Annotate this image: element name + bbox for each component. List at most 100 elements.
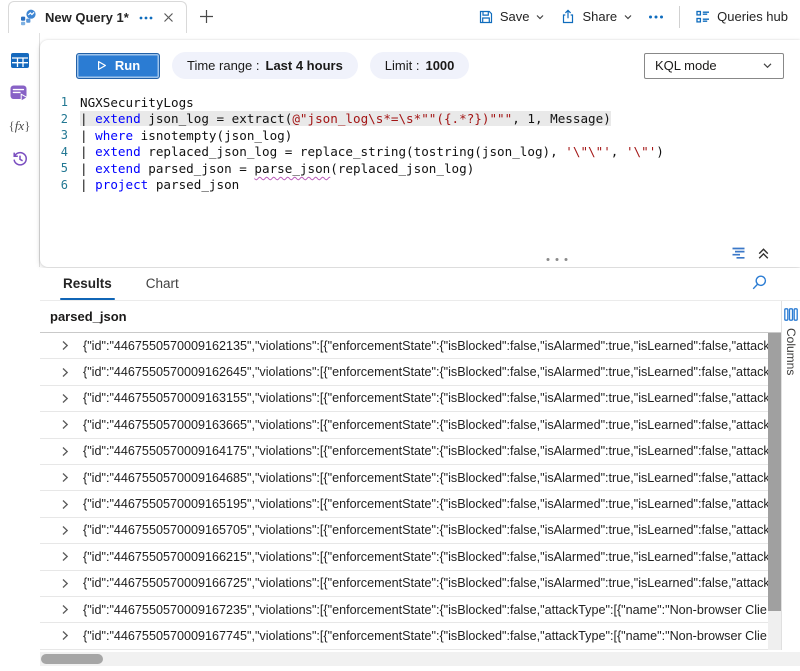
tab-chart[interactable]: Chart bbox=[143, 270, 182, 300]
row-json-text: {"id":"4467550570009164685","violations"… bbox=[83, 471, 770, 485]
table-row[interactable]: {"id":"4467550570009163665","violations"… bbox=[40, 412, 781, 438]
code-line[interactable]: 1 NGXSecurityLogs bbox=[40, 94, 800, 111]
run-button[interactable]: Run bbox=[76, 53, 160, 79]
table-row[interactable]: {"id":"4467550570009166215","violations"… bbox=[40, 544, 781, 570]
code-text: | extend parsed_json = parse_json(replac… bbox=[80, 161, 474, 176]
expand-chevron-icon[interactable] bbox=[60, 630, 70, 641]
left-sidebar: {fx} bbox=[0, 33, 40, 267]
row-json-text: {"id":"4467550570009166725","violations"… bbox=[83, 576, 770, 590]
limit-value: 1000 bbox=[425, 58, 454, 73]
expand-chevron-icon[interactable] bbox=[60, 367, 70, 378]
more-options-icon[interactable] bbox=[648, 15, 664, 19]
line-number: 6 bbox=[40, 178, 68, 192]
share-button[interactable]: Share bbox=[560, 9, 633, 25]
code-text: | extend replaced_json_log = replace_str… bbox=[80, 144, 664, 159]
splitter-handle[interactable] bbox=[544, 257, 570, 262]
toolbar-actions: Save Share Queries hub bbox=[478, 6, 800, 28]
tab-title: New Query 1* bbox=[45, 10, 129, 25]
tab-close-icon[interactable] bbox=[163, 12, 174, 23]
expand-chevron-icon[interactable] bbox=[60, 551, 70, 562]
query-editor-panel: Run Time range : Last 4 hours Limit : 10… bbox=[40, 40, 800, 267]
expand-chevron-icon[interactable] bbox=[60, 419, 70, 430]
table-row[interactable]: {"id":"4467550570009164685","violations"… bbox=[40, 465, 781, 491]
expand-chevron-icon[interactable] bbox=[60, 446, 70, 457]
code-editor[interactable]: 1 NGXSecurityLogs2| extend json_log = ext… bbox=[40, 94, 800, 193]
column-header[interactable]: parsed_json bbox=[40, 301, 781, 333]
tab-more-icon[interactable] bbox=[139, 16, 153, 20]
results-tab-bar: Results Chart bbox=[40, 268, 800, 301]
azure-data-explorer-page: { "colors": { "accent": "#0f6cbd", "run_… bbox=[0, 0, 800, 671]
table-row[interactable]: {"id":"4467550570009163155","violations"… bbox=[40, 386, 781, 412]
table-row[interactable]: {"id":"4467550570009166725","violations"… bbox=[40, 571, 781, 597]
collapse-editor-icon[interactable] bbox=[757, 247, 770, 260]
table-row[interactable]: {"id":"4467550570009162135","violations"… bbox=[40, 333, 781, 359]
tab-results[interactable]: Results bbox=[60, 270, 115, 300]
line-number: 1 bbox=[40, 95, 68, 109]
code-text: | where isnotempty(json_log) bbox=[80, 128, 292, 143]
tab-new-query[interactable]: New Query 1* bbox=[8, 1, 187, 33]
run-label: Run bbox=[115, 58, 140, 73]
expand-chevron-icon[interactable] bbox=[60, 499, 70, 510]
horizontal-scrollbar[interactable] bbox=[40, 652, 800, 666]
columns-panel-toggle[interactable]: Columns bbox=[781, 301, 800, 650]
queries-hub-button[interactable]: Queries hub bbox=[695, 9, 788, 25]
row-json-text: {"id":"4467550570009163155","violations"… bbox=[83, 391, 770, 405]
columns-icon bbox=[784, 308, 798, 321]
expand-chevron-icon[interactable] bbox=[60, 472, 70, 483]
code-line[interactable]: 5| extend parsed_json = parse_json(repla… bbox=[40, 160, 800, 177]
line-number: 4 bbox=[40, 145, 68, 159]
chevron-down-icon bbox=[535, 12, 545, 22]
new-tab-button[interactable] bbox=[199, 9, 214, 24]
row-json-text: {"id":"4467550570009167235","violations"… bbox=[83, 603, 767, 617]
tab-bar: New Query 1* Save Share bbox=[0, 0, 800, 33]
chevron-down-icon bbox=[762, 60, 773, 71]
table-row[interactable]: {"id":"4467550570009165195","violations"… bbox=[40, 491, 781, 517]
results-rows: {"id":"4467550570009162135","violations"… bbox=[40, 333, 781, 650]
code-line[interactable]: 4 | extend replaced_json_log = replace_st… bbox=[40, 144, 800, 161]
time-range-label: Time range : bbox=[187, 58, 260, 73]
save-button[interactable]: Save bbox=[478, 9, 546, 25]
expand-chevron-icon[interactable] bbox=[60, 393, 70, 404]
row-json-text: {"id":"4467550570009163665","violations"… bbox=[83, 418, 770, 432]
table-row[interactable]: {"id":"4467550570009167745","violations"… bbox=[40, 623, 781, 649]
kql-mode-select[interactable]: KQL mode bbox=[644, 53, 784, 79]
format-lines-icon[interactable] bbox=[730, 247, 747, 260]
row-json-text: {"id":"4467550570009164175","violations"… bbox=[83, 444, 770, 458]
time-range-value: Last 4 hours bbox=[266, 58, 343, 73]
table-row[interactable]: {"id":"4467550570009167235","violations"… bbox=[40, 597, 781, 623]
expand-chevron-icon[interactable] bbox=[60, 525, 70, 536]
code-text: NGXSecurityLogs bbox=[80, 95, 194, 110]
save-icon bbox=[478, 9, 494, 25]
time-range-button[interactable]: Time range : Last 4 hours bbox=[172, 52, 358, 79]
table-row[interactable]: {"id":"4467550570009162645","violations"… bbox=[40, 359, 781, 385]
code-line[interactable]: 6 | project parsed_json bbox=[40, 177, 800, 194]
code-line[interactable]: 2| extend json_log = extract(@"json_log\… bbox=[40, 111, 800, 128]
code-line[interactable]: 3 | where isnotempty(json_log) bbox=[40, 127, 800, 144]
expand-chevron-icon[interactable] bbox=[60, 578, 70, 589]
chevron-down-icon bbox=[623, 12, 633, 22]
line-number: 3 bbox=[40, 128, 68, 142]
functions-icon[interactable]: {fx} bbox=[9, 116, 31, 136]
divider bbox=[679, 6, 680, 28]
saved-query-icon[interactable] bbox=[9, 83, 31, 103]
code-text: | project parsed_json bbox=[80, 177, 239, 192]
vertical-scrollbar-thumb[interactable] bbox=[768, 333, 781, 611]
row-json-text: {"id":"4467550570009162135","violations"… bbox=[83, 339, 770, 353]
expand-chevron-icon[interactable] bbox=[60, 604, 70, 615]
search-icon[interactable] bbox=[751, 274, 768, 291]
table-row[interactable]: {"id":"4467550570009165705","violations"… bbox=[40, 518, 781, 544]
table-icon[interactable] bbox=[9, 50, 31, 70]
row-json-text: {"id":"4467550570009167745","violations"… bbox=[83, 629, 767, 643]
share-icon bbox=[560, 9, 576, 25]
table-row[interactable]: {"id":"4467550570009164175","violations"… bbox=[40, 439, 781, 465]
vertical-scrollbar[interactable] bbox=[768, 333, 781, 650]
code-lines: 1 NGXSecurityLogs2| extend json_log = ext… bbox=[40, 94, 800, 193]
row-json-text: {"id":"4467550570009166215","violations"… bbox=[83, 550, 770, 564]
limit-button[interactable]: Limit : 1000 bbox=[370, 52, 470, 79]
expand-chevron-icon[interactable] bbox=[60, 340, 70, 351]
query-toolbar: Run Time range : Last 4 hours Limit : 10… bbox=[76, 52, 784, 79]
query-history-icon[interactable] bbox=[9, 149, 31, 169]
horizontal-scrollbar-thumb[interactable] bbox=[41, 654, 103, 664]
queries-hub-icon bbox=[695, 9, 711, 25]
line-number: 2 bbox=[40, 112, 68, 126]
